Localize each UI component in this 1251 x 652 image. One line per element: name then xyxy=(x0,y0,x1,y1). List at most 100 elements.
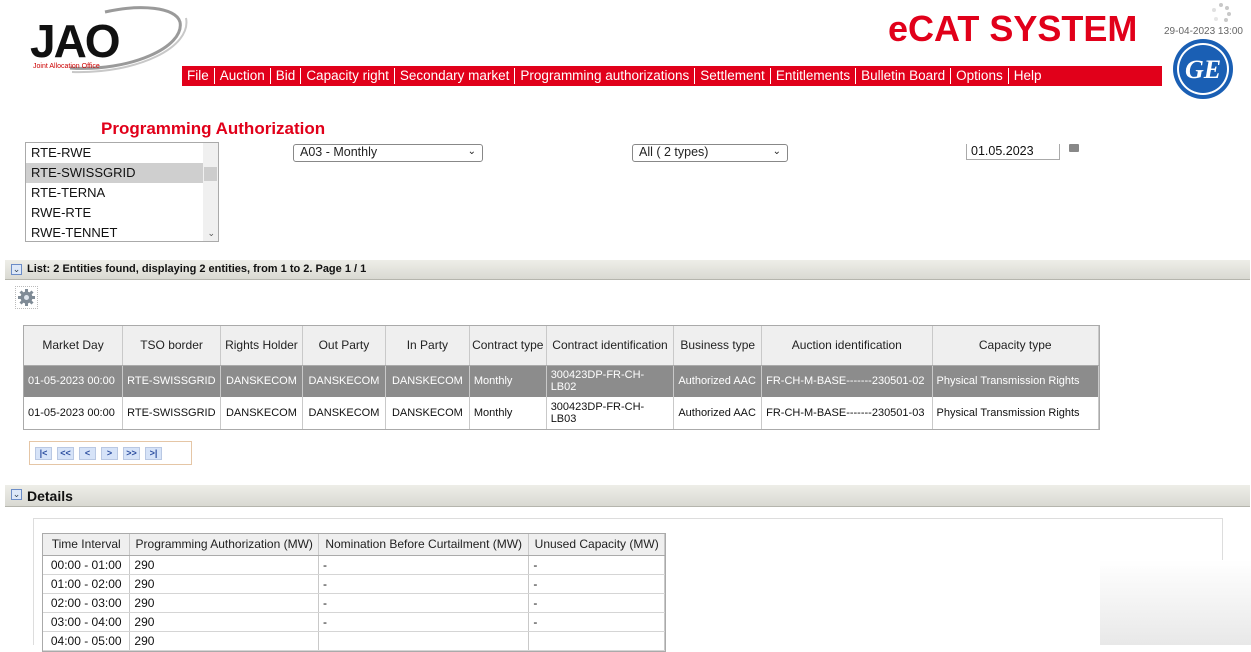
column-header[interactable]: Time Interval xyxy=(43,534,131,556)
menu-secondary-market[interactable]: Secondary market xyxy=(395,68,516,84)
table-cell: FR-CH-M-BASE-------230501-02 xyxy=(761,365,933,397)
first-page-button[interactable]: |< xyxy=(35,446,52,460)
calendar-icon[interactable] xyxy=(1069,144,1079,152)
table-cell: 01-05-2023 00:00 xyxy=(24,397,124,429)
menu-capacity-right[interactable]: Capacity right xyxy=(301,68,395,84)
table-cell: DANSKECOM xyxy=(220,397,303,429)
column-header[interactable]: In Party xyxy=(385,326,470,366)
table-cell: Physical Transmission Rights xyxy=(932,365,1099,397)
column-header[interactable]: Unused Capacity (MW) xyxy=(528,534,665,556)
table-header-row: Market Day TSO border Rights Holder Out … xyxy=(24,326,1099,366)
table-cell: DANSKECOM xyxy=(385,365,470,397)
border-option[interactable]: RTE-TERNA xyxy=(26,183,203,203)
details-table: Time Interval Programming Authorization … xyxy=(42,533,666,652)
period-select-value: A03 - Monthly xyxy=(300,145,378,159)
column-header[interactable]: Rights Holder xyxy=(220,326,303,366)
table-cell: DANSKECOM xyxy=(385,397,470,429)
border-option[interactable]: RTE-RWE xyxy=(26,143,203,163)
datetime-display: 29-04-2023 13:00 xyxy=(1164,26,1243,37)
table-cell: 01:00 - 02:00 xyxy=(43,574,131,594)
border-option[interactable]: RWE-TENNET xyxy=(26,223,203,241)
menu-programming-authorizations[interactable]: Programming authorizations xyxy=(515,68,696,84)
collapse-toggle-icon[interactable]: ⌄ xyxy=(11,489,22,500)
table-cell: 04:00 - 05:00 xyxy=(43,631,131,651)
table-cell: Authorized AAC xyxy=(673,397,763,429)
table-cell: - xyxy=(318,593,530,613)
table-cell: DANSKECOM xyxy=(302,365,386,397)
period-select[interactable]: A03 - Monthly ⌄ xyxy=(293,144,483,162)
column-header[interactable]: Market Day xyxy=(24,326,124,366)
column-header[interactable]: Programming Authorization (MW) xyxy=(129,534,320,556)
page-title: Programming Authorization xyxy=(101,119,326,138)
fast-forward-button[interactable]: >> xyxy=(123,446,140,460)
table-cell: 02:00 - 03:00 xyxy=(43,593,131,613)
table-cell: 290 xyxy=(129,574,320,594)
details-row: 02:00 - 03:00 290 - - xyxy=(43,593,665,613)
last-page-button[interactable]: >| xyxy=(145,446,162,460)
menu-auction[interactable]: Auction xyxy=(215,68,271,84)
table-cell: RTE-SWISSGRID xyxy=(122,365,221,397)
details-section-header: ⌄ Details xyxy=(5,485,1250,507)
table-cell: 300423DP-FR-CH-LB02 xyxy=(546,365,675,397)
table-cell: - xyxy=(318,555,530,575)
menu-entitlements[interactable]: Entitlements xyxy=(771,68,857,84)
table-row[interactable]: 01-05-2023 00:00 RTE-SWISSGRID DANSKECOM… xyxy=(24,397,1099,429)
pagination: |< << < > >> >| xyxy=(29,441,192,465)
column-header[interactable]: Capacity type xyxy=(932,326,1099,366)
table-cell: DANSKECOM xyxy=(220,365,303,397)
collapse-toggle-icon[interactable]: ⌄ xyxy=(11,264,22,275)
column-header[interactable]: Out Party xyxy=(302,326,386,366)
column-header[interactable]: TSO border xyxy=(122,326,221,366)
table-cell: Monthly xyxy=(469,365,547,397)
svg-text:GE: GE xyxy=(1185,55,1221,84)
column-header[interactable]: Business type xyxy=(673,326,763,366)
gear-icon xyxy=(18,289,35,306)
table-row-selected[interactable]: 01-05-2023 00:00 RTE-SWISSGRID DANSKECOM… xyxy=(24,365,1099,397)
border-listbox[interactable]: RTE-RWE RTE-SWISSGRID RTE-TERNA RWE-RTE … xyxy=(25,142,219,242)
table-cell: 00:00 - 01:00 xyxy=(43,555,131,575)
table-cell: 03:00 - 04:00 xyxy=(43,612,131,632)
details-row: 03:00 - 04:00 290 - - xyxy=(43,612,665,632)
table-cell xyxy=(318,631,530,651)
menu-options[interactable]: Options xyxy=(951,68,1009,84)
table-cell: Monthly xyxy=(469,397,547,429)
column-header[interactable]: Contract type xyxy=(469,326,547,366)
column-header[interactable]: Contract identification xyxy=(546,326,675,366)
scrollbar-thumb[interactable] xyxy=(204,167,217,181)
settings-gear-button[interactable] xyxy=(15,286,38,309)
details-row: 01:00 - 02:00 290 - - xyxy=(43,574,665,594)
table-cell: - xyxy=(528,612,665,632)
menu-help[interactable]: Help xyxy=(1009,68,1047,84)
menu-settlement[interactable]: Settlement xyxy=(695,68,771,84)
table-cell: 290 xyxy=(129,612,320,632)
table-cell xyxy=(528,631,665,651)
results-table: Market Day TSO border Rights Holder Out … xyxy=(23,325,1100,430)
column-header[interactable]: Auction identification xyxy=(761,326,933,366)
menu-bid[interactable]: Bid xyxy=(271,68,302,84)
table-cell: RTE-SWISSGRID xyxy=(122,397,221,429)
ge-logo-icon: GE xyxy=(1173,39,1233,99)
border-option-selected[interactable]: RTE-SWISSGRID xyxy=(26,163,203,183)
prev-page-button[interactable]: < xyxy=(79,446,96,460)
fast-back-button[interactable]: << xyxy=(57,446,74,460)
table-cell: - xyxy=(528,555,665,575)
border-option[interactable]: RWE-RTE xyxy=(26,203,203,223)
column-header[interactable]: Nomination Before Curtailment (MW) xyxy=(318,534,530,556)
next-page-button[interactable]: > xyxy=(101,446,118,460)
background-shade xyxy=(1100,560,1251,645)
table-cell: 290 xyxy=(129,555,320,575)
logo-subtitle: Joint Allocation Office xyxy=(33,63,100,70)
menu-file[interactable]: File xyxy=(182,68,215,84)
type-select-value: All ( 2 types) xyxy=(639,145,709,159)
header: JAO Joint Allocation Office eCAT SYSTEM … xyxy=(0,0,1251,118)
table-cell: - xyxy=(318,574,530,594)
menu-bulletin-board[interactable]: Bulletin Board xyxy=(856,68,952,84)
jao-logo[interactable]: JAO Joint Allocation Office xyxy=(10,2,190,74)
date-input[interactable]: 01.05.2023 xyxy=(966,144,1060,160)
listbox-scrollbar[interactable]: ⌄ xyxy=(203,143,218,241)
scroll-down-icon[interactable]: ⌄ xyxy=(207,228,215,239)
loading-spinner-icon xyxy=(1212,3,1231,22)
system-title: eCAT SYSTEM xyxy=(888,8,1138,49)
type-select[interactable]: All ( 2 types) ⌄ xyxy=(632,144,788,162)
table-cell: Physical Transmission Rights xyxy=(932,397,1099,429)
